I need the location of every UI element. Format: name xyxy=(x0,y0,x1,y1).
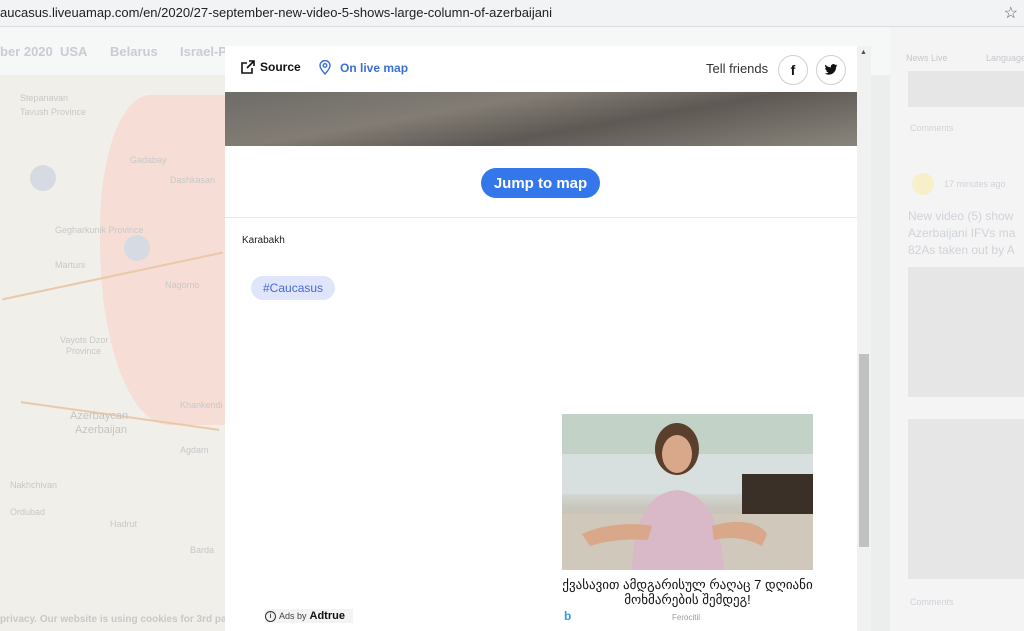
map-label: Hadrut xyxy=(110,519,138,529)
map-label: Agdam xyxy=(180,445,209,455)
bg-nav-item[interactable]: USA xyxy=(60,44,87,59)
source-label: Source xyxy=(260,60,301,74)
scroll-up-arrow-icon[interactable]: ▲ xyxy=(860,49,867,56)
bg-nav-item[interactable]: Belarus xyxy=(110,44,158,59)
map-label: Stepanavan xyxy=(20,93,69,103)
modal-scrollbar[interactable]: ▲ xyxy=(857,46,871,631)
on-live-map-label: On live map xyxy=(340,60,409,75)
map-label: Vayots Dzor xyxy=(60,335,109,345)
news-feed-panel: News Live Language Comments 17 minutes a… xyxy=(890,27,1024,631)
map-label: Dashkasan xyxy=(170,175,216,185)
map-label: Tavush Province xyxy=(20,107,87,117)
facebook-icon: f xyxy=(790,62,796,78)
tab-language[interactable]: Language xyxy=(986,53,1024,63)
ad-source: Ferocitil xyxy=(672,613,701,622)
map-pin-icon[interactable] xyxy=(30,165,56,191)
bg-nav-item[interactable]: ber 2020 xyxy=(0,44,53,59)
map-label: Gegharkunik Province xyxy=(55,225,144,235)
source-link[interactable]: Source xyxy=(241,60,301,74)
scrollbar-thumb[interactable] xyxy=(859,354,869,547)
comments-link[interactable]: Comments xyxy=(910,123,954,133)
facebook-share-button[interactable]: f xyxy=(778,55,808,85)
external-link-icon xyxy=(241,60,255,74)
star-icon[interactable]: ☆ xyxy=(1004,3,1018,23)
bg-nav-item[interactable]: Israel-P xyxy=(180,44,227,59)
browser-url-bar[interactable]: aucasus.liveuamap.com/en/2020/27-septemb… xyxy=(0,0,1024,27)
jump-to-map-button[interactable]: Jump to map xyxy=(481,168,600,198)
region-label: Karabakh xyxy=(242,235,285,246)
twitter-icon xyxy=(824,64,838,75)
news-image[interactable] xyxy=(908,267,1024,397)
map-label: Province xyxy=(66,346,102,356)
divider xyxy=(225,217,857,218)
ad-photo xyxy=(562,414,813,570)
map-label: Gadabay xyxy=(130,155,167,165)
ad-headline[interactable]: ქვასავით ამდგარისულ რაღაც 7 დღიანი მოხმა… xyxy=(562,577,813,607)
news-type-icon xyxy=(912,173,934,195)
ad-image[interactable] xyxy=(562,414,813,570)
cookie-notice: privacy. Our website is using cookies fo… xyxy=(0,614,240,625)
news-headline-line[interactable]: New video (5) show xyxy=(908,208,1013,225)
map-label: Nagorno xyxy=(165,280,200,290)
ads-by-brand: Adtrue xyxy=(309,610,345,622)
news-image[interactable] xyxy=(908,419,1024,579)
conflict-zone-shading xyxy=(100,95,225,425)
video-frame[interactable] xyxy=(225,92,857,146)
map-label: Khankendi xyxy=(180,400,223,410)
tab-news-live[interactable]: News Live xyxy=(906,53,948,63)
info-icon: i xyxy=(265,610,276,622)
news-detail-modal: Source On live map Tell friends f Jump t… xyxy=(225,46,857,631)
map-label: Azerbaycan xyxy=(70,410,129,422)
ads-by-badge[interactable]: i Ads by Adtrue xyxy=(265,609,353,623)
tag-caucasus[interactable]: #Caucasus xyxy=(251,276,336,300)
url-text[interactable]: aucasus.liveuamap.com/en/2020/27-septemb… xyxy=(0,5,552,20)
modal-header: Source On live map Tell friends f xyxy=(225,46,857,92)
map-pin-icon[interactable] xyxy=(124,235,150,261)
location-pin-icon xyxy=(319,60,331,75)
map-label: Ordubad xyxy=(10,507,46,517)
map-label: Martuni xyxy=(55,260,86,270)
news-headline-line[interactable]: 82As taken out by A xyxy=(908,242,1015,259)
news-thumbnail[interactable] xyxy=(908,71,1024,107)
on-live-map-link[interactable]: On live map xyxy=(319,60,408,75)
map-label: Azerbaijan xyxy=(75,424,127,436)
twitter-share-button[interactable] xyxy=(816,55,846,85)
background-map: Stepanavan Tavush Province Gadabay Dashk… xyxy=(0,75,225,631)
ad-network-icon[interactable]: b xyxy=(564,609,571,623)
news-time: 17 minutes ago xyxy=(944,179,1006,189)
map-label: Barda xyxy=(190,545,215,555)
ads-by-prefix: Ads by xyxy=(279,611,307,621)
tell-friends-label: Tell friends xyxy=(706,61,769,76)
comments-link[interactable]: Comments xyxy=(910,597,954,607)
map-label: Nakhchivan xyxy=(10,480,58,490)
news-headline-line[interactable]: Azerbaijani IFVs ma xyxy=(908,225,1015,242)
